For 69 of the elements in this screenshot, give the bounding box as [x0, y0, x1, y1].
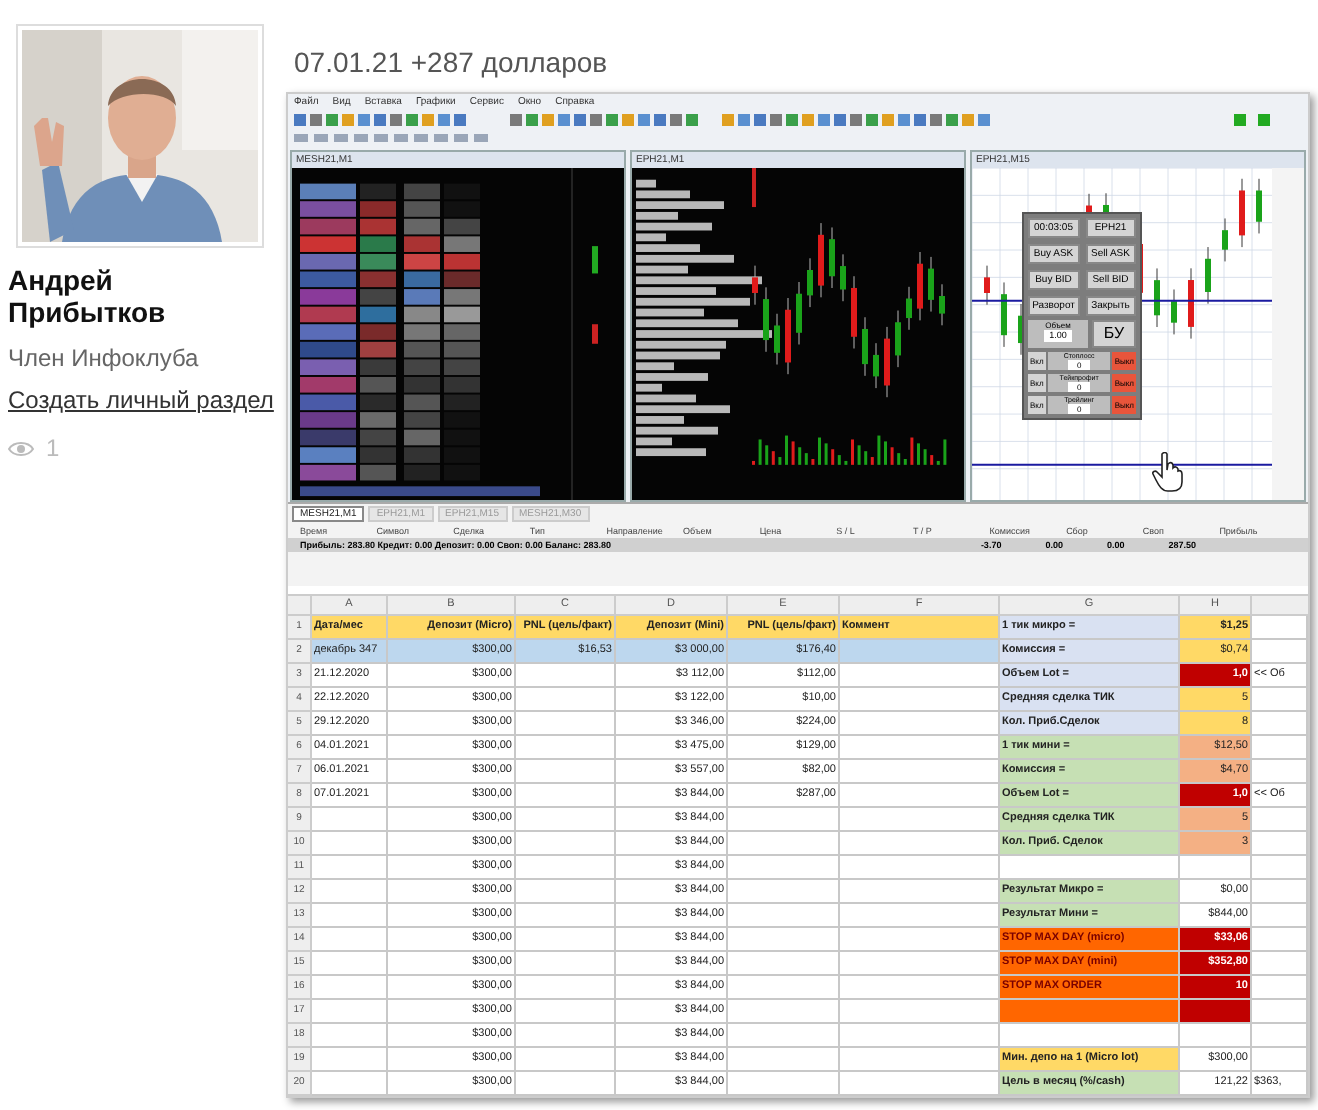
- empty-cell: [728, 952, 840, 976]
- empty-cell: [516, 856, 616, 880]
- empty-cell: [728, 832, 840, 856]
- empty-cell: [516, 664, 616, 688]
- author-name: Андрей Прибытков: [8, 264, 168, 328]
- candle: [928, 256, 934, 313]
- empty-cell: [516, 760, 616, 784]
- empty-cell: [728, 1000, 840, 1024]
- empty-cell: [728, 976, 840, 1000]
- candle: [917, 251, 923, 321]
- candle: [818, 222, 824, 298]
- candle: [1239, 178, 1245, 248]
- select-all-corner[interactable]: [288, 596, 312, 616]
- candle: [939, 283, 945, 326]
- empty-cell: [516, 1048, 616, 1072]
- empty-cell: [728, 1024, 840, 1048]
- volume-bar: [592, 246, 598, 274]
- empty-cell: [516, 688, 616, 712]
- empty-cell: [516, 1024, 616, 1048]
- hand-cursor-icon: [1152, 452, 1184, 492]
- empty-cell: [516, 832, 616, 856]
- candle: [906, 286, 912, 331]
- create-section-link[interactable]: Создать личный раздел: [8, 382, 286, 418]
- candle: [785, 297, 791, 375]
- author-role: Член Инфоклуба: [8, 342, 201, 376]
- price-marker: [752, 168, 756, 208]
- candle: [829, 226, 835, 289]
- candle: [796, 281, 802, 345]
- candle: [1154, 267, 1160, 328]
- candle: [895, 310, 901, 368]
- candle: [851, 275, 857, 349]
- volume-bar: [592, 324, 598, 344]
- candle: [1188, 267, 1194, 340]
- empty-cell: [516, 928, 616, 952]
- breakeven-button[interactable]: БУ: [1092, 320, 1136, 348]
- view-count: 1: [46, 432, 60, 466]
- empty-cell: [728, 880, 840, 904]
- candle: [763, 286, 769, 353]
- empty-cell: [516, 712, 616, 736]
- empty-cell: [516, 1000, 616, 1024]
- empty-cell: [516, 784, 616, 808]
- candle: [1171, 289, 1177, 335]
- eye-icon: [8, 439, 34, 457]
- candle: [840, 253, 846, 302]
- empty-cell: [728, 808, 840, 832]
- candle: [1222, 217, 1228, 262]
- empty-cell: [728, 928, 840, 952]
- empty-cell: [516, 976, 616, 1000]
- post-title: 07.01.21 +287 долларов: [292, 44, 610, 80]
- empty-cell: [728, 904, 840, 928]
- empty-cell: [516, 736, 616, 760]
- candle: [862, 316, 868, 377]
- empty-cell: [516, 808, 616, 832]
- empty-cell: [1180, 1024, 1252, 1048]
- empty-cell: [516, 880, 616, 904]
- candle: [774, 313, 780, 366]
- empty-cell: [728, 856, 840, 880]
- candle: [807, 257, 813, 308]
- empty-cell: [516, 904, 616, 928]
- candle: [1001, 281, 1007, 348]
- candle: [1256, 178, 1262, 234]
- empty-cell: [728, 1048, 840, 1072]
- empty-cell: [1180, 856, 1252, 880]
- candle: [752, 265, 758, 306]
- empty-cell: [516, 952, 616, 976]
- candle: [1205, 246, 1211, 305]
- candle: [884, 326, 890, 398]
- candle: [873, 342, 879, 389]
- candle: [984, 265, 990, 306]
